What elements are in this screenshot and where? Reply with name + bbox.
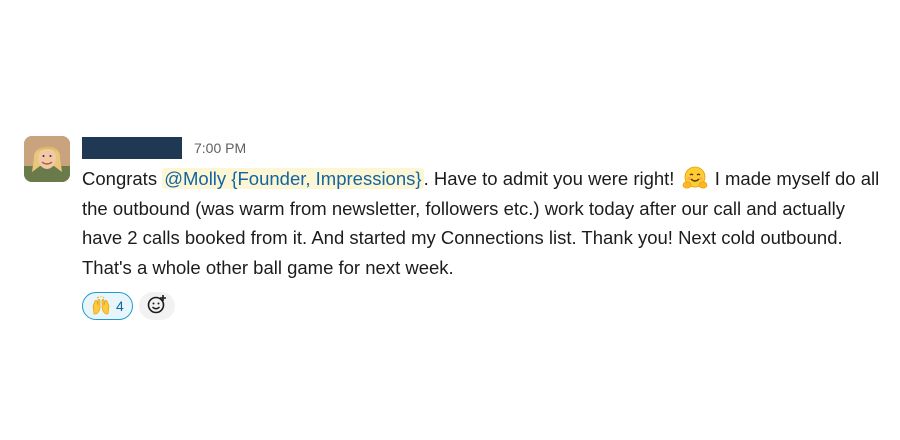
timestamp[interactable]: 7:00 PM (194, 140, 246, 156)
message-header: 7:00 PM (82, 136, 882, 160)
message-text: Congrats @Molly {Founder, Impressions}. … (82, 164, 882, 282)
hugging-face-icon (682, 166, 708, 190)
message-text-part: Congrats (82, 168, 163, 189)
message-text-part: . Have to admit you were right! (423, 168, 680, 189)
reaction-raised-hands[interactable]: 4 (82, 292, 133, 320)
add-reaction-button[interactable] (138, 292, 175, 320)
avatar[interactable] (24, 136, 70, 182)
reaction-count: 4 (116, 298, 124, 314)
reactions-bar: 4 (82, 292, 882, 320)
sender-name[interactable] (82, 137, 182, 159)
message-content: 7:00 PM Congrats @Molly {Founder, Impres… (82, 136, 882, 320)
raised-hands-icon (91, 296, 111, 316)
user-mention[interactable]: @Molly {Founder, Impressions} (162, 168, 424, 189)
add-reaction-icon (146, 293, 168, 320)
